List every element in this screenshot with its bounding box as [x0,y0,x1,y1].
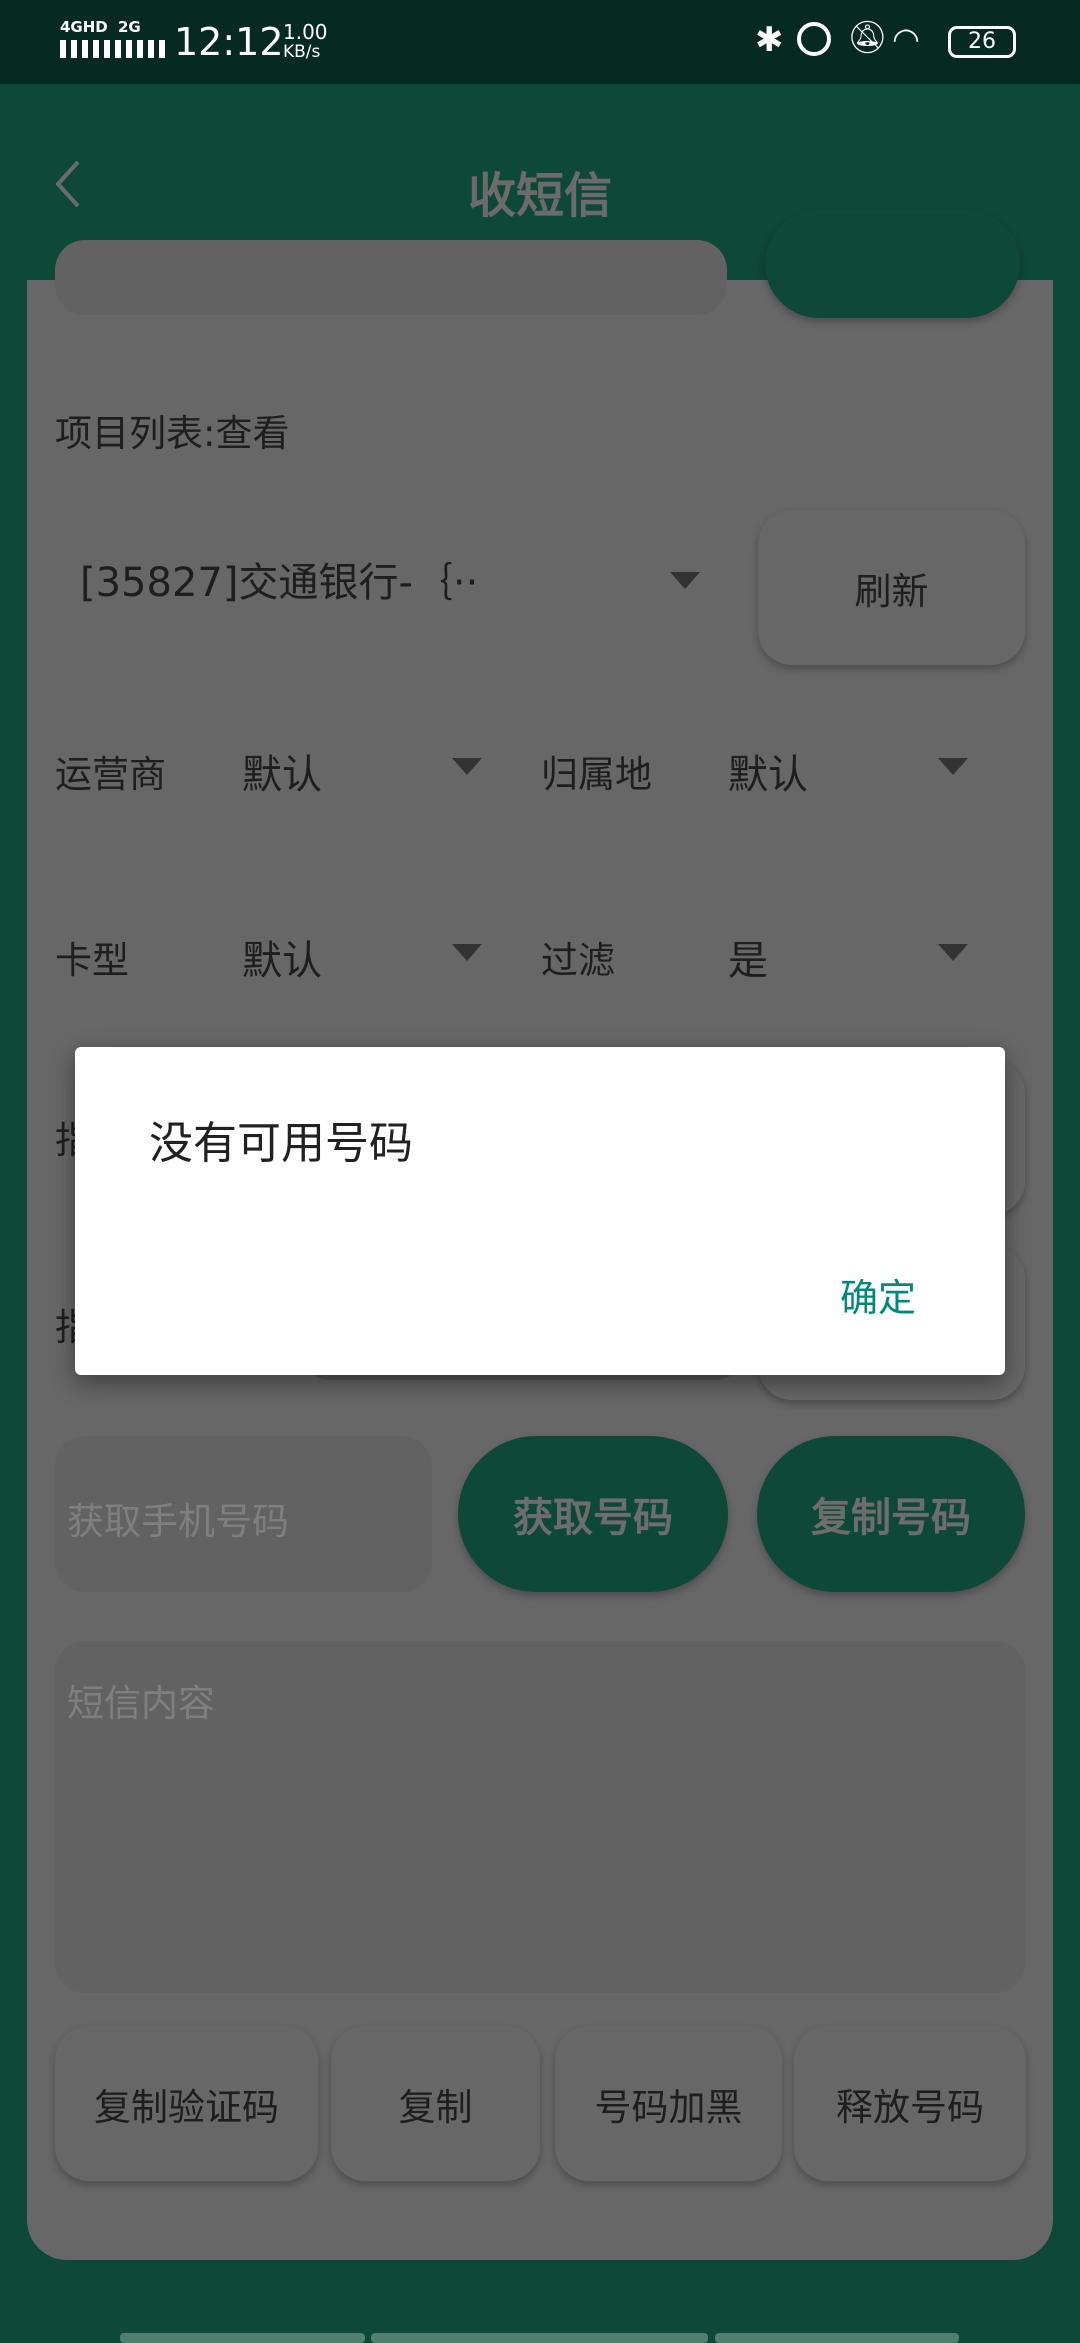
operator-row: 运营商 默认 归属地 默认 [27,720,1053,810]
dropdown-arrow-icon [938,944,968,961]
network-type-1: 4GHD [60,18,108,36]
wifi-icon: ◠ [892,20,920,58]
project-list-label[interactable]: 项目列表:查看 [55,403,289,457]
dropdown-arrow-icon [452,944,482,961]
project-spinner[interactable]: [35827]交通银行-｛·· [55,530,715,620]
battery-icon: 26 [948,26,1016,58]
dropdown-arrow-icon [452,758,482,775]
alarm-icon [797,22,831,56]
alert-dialog: 没有可用号码 确定 [75,1047,1005,1375]
copy-code-button[interactable]: 复制验证码 [55,2026,318,2181]
card-type-label: 卡型 [55,939,129,982]
sms-content-textarea[interactable]: 短信内容 [55,1641,1025,1993]
net-speed-unit: KB/s [283,42,321,62]
clock: 12:12 [174,20,284,64]
location-spinner[interactable]: 默认 [713,720,983,810]
battery-level: 26 [968,29,996,54]
network-type-2: 2G [118,18,141,36]
filter-value: 是 [728,938,768,984]
dropdown-arrow-icon [938,758,968,775]
operator-label: 运营商 [55,753,166,796]
blacklist-number-button[interactable]: 号码加黑 [555,2026,782,2181]
bluetooth-icon: ✱ [755,20,784,60]
operator-spinner[interactable]: 默认 [227,720,497,810]
top-button-partial[interactable] [765,210,1020,318]
bottom-tab-1[interactable] [120,2333,365,2343]
status-bar: 4GHD 2G 12:12 1.00 KB/s ✱ 🔕︎ ◠ 26 [0,0,1080,84]
copy-button[interactable]: 复制 [331,2026,540,2181]
card-type-value: 默认 [242,938,322,984]
filter-label: 过滤 [541,939,615,982]
project-spinner-value: [35827]交通银行-｛·· [80,560,479,606]
release-number-button[interactable]: 释放号码 [794,2026,1026,2181]
bell-off-icon: 🔕︎ [847,18,888,56]
sms-content-placeholder: 短信内容 [67,1682,215,1725]
phone-number-placeholder: 获取手机号码 [67,1500,289,1543]
dialog-message: 没有可用号码 [149,1118,413,1169]
top-input-partial[interactable] [55,240,727,315]
dropdown-arrow-icon [670,572,700,589]
card-type-row: 卡型 默认 过滤 是 [27,906,1053,996]
signal-icon [60,40,165,58]
location-value: 默认 [728,752,808,798]
copy-number-button[interactable]: 复制号码 [757,1436,1025,1592]
dialog-ok-button[interactable]: 确定 [820,1257,936,1332]
phone-number-input[interactable]: 获取手机号码 [55,1436,432,1592]
location-label: 归属地 [541,753,652,796]
operator-value: 默认 [242,752,322,798]
filter-spinner[interactable]: 是 [713,906,983,996]
bottom-tab-2[interactable] [371,2333,708,2343]
bottom-tab-3[interactable] [715,2333,959,2343]
refresh-button[interactable]: 刷新 [758,510,1025,665]
get-number-button[interactable]: 获取号码 [458,1436,728,1592]
card-type-spinner[interactable]: 默认 [227,906,497,996]
net-speed: 1.00 [283,20,328,44]
